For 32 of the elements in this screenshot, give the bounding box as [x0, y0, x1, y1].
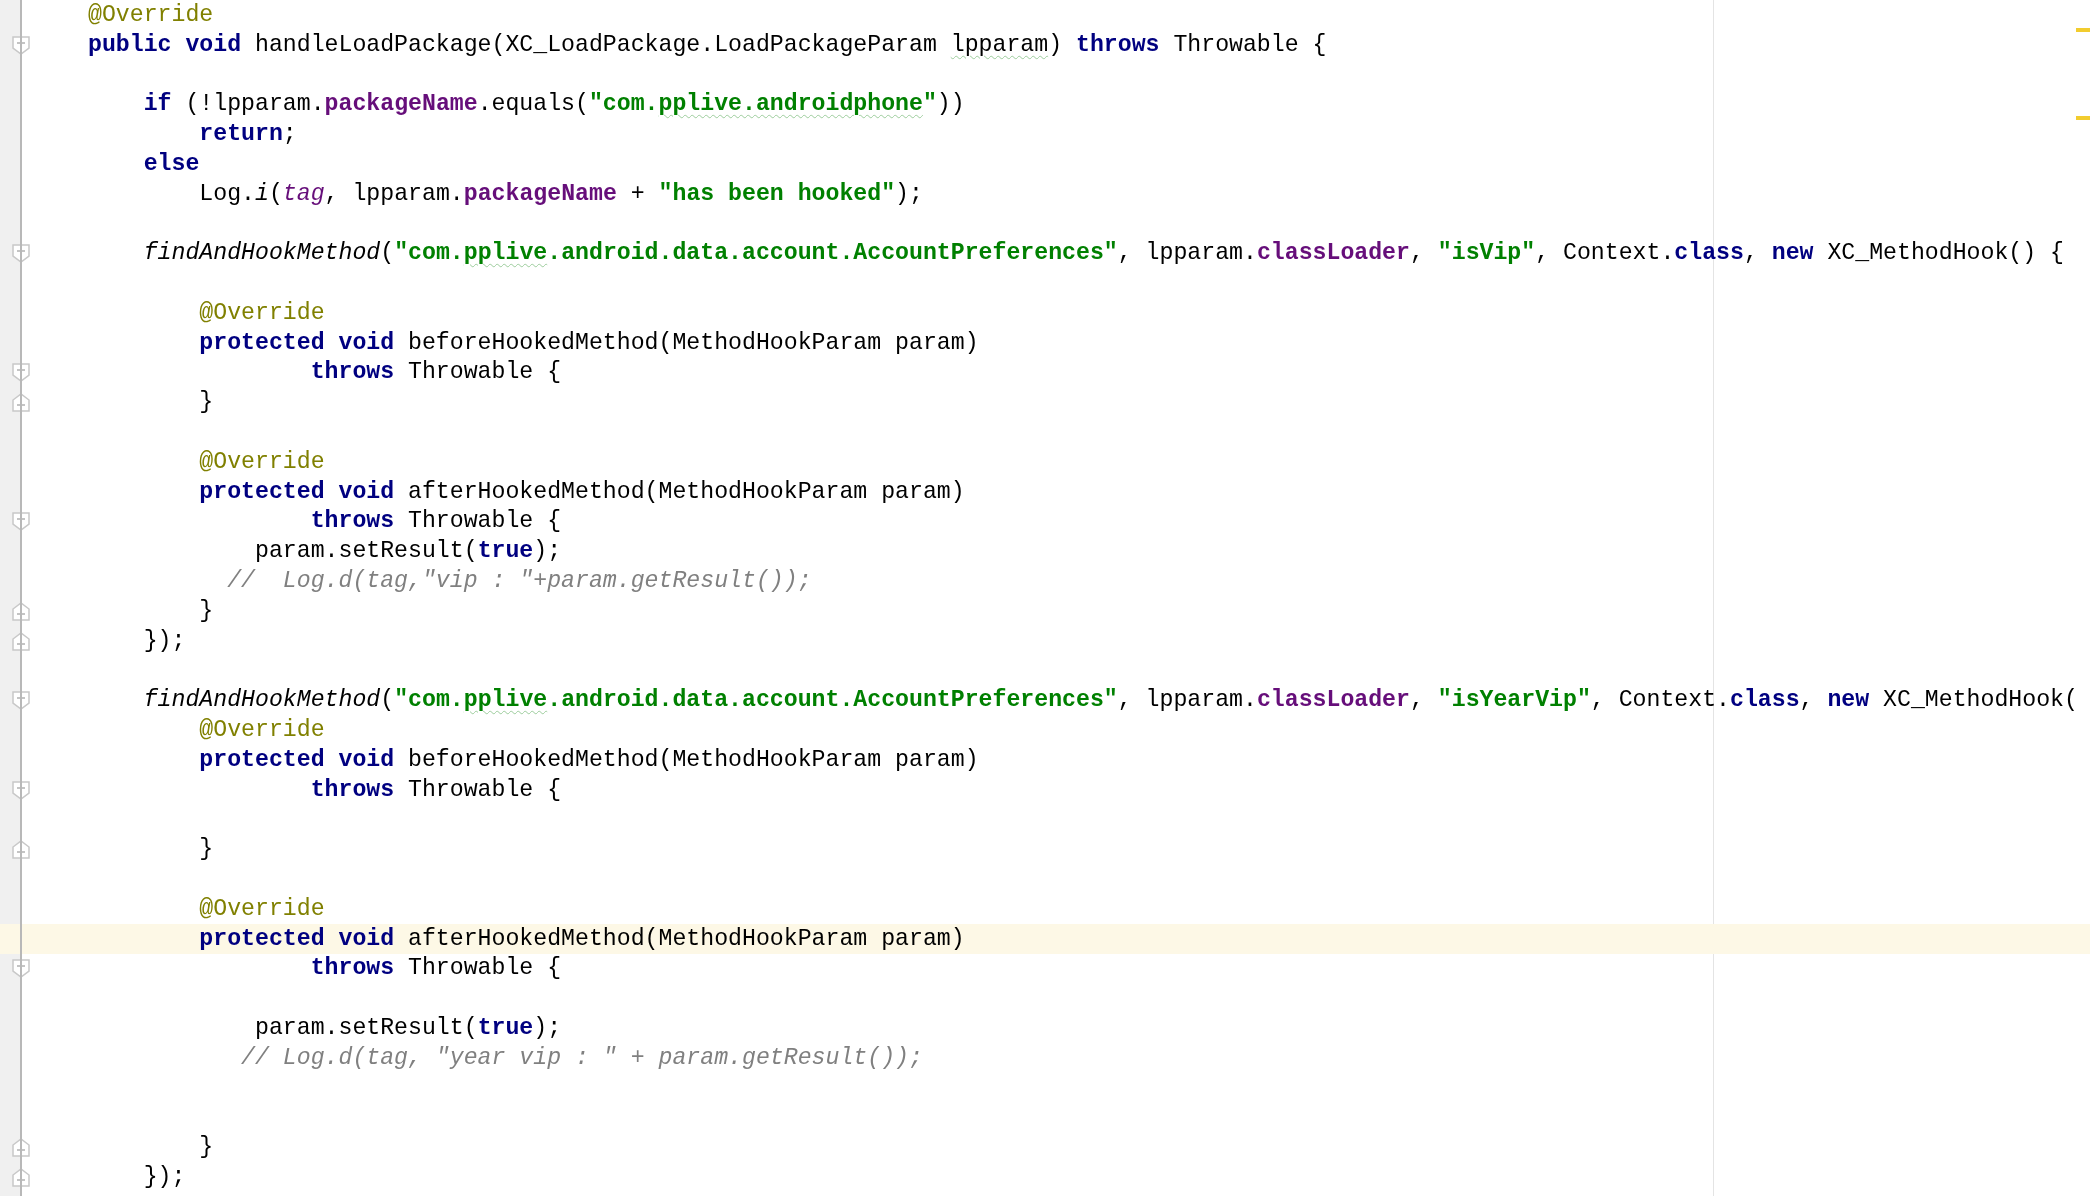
code-line: public void handleLoadPackage(XC_LoadPackage.LoadPackageParam lpparam) throws Throwable { [88, 30, 1327, 60]
code-line: protected void beforeHookedMethod(MethodHookParam param) [198, 745, 979, 775]
code-line: param.setResult(true); [253, 537, 562, 567]
code-line: } [198, 388, 214, 418]
code-line: return; [198, 120, 297, 150]
code-line: @Override [88, 0, 214, 30]
code-line: }); [142, 626, 186, 656]
code-line: else [142, 149, 200, 179]
code-line: @Override [198, 447, 325, 477]
warning-stripe-marker[interactable] [2076, 28, 2090, 32]
code-line: } [198, 1133, 214, 1163]
code-line: @Override [198, 298, 325, 328]
code-line: // Log.d(tag, "year vip : " + param.getResult()); [240, 1043, 923, 1073]
code-line: } [198, 596, 214, 626]
code-line: protected void afterHookedMethod(MethodHookParam param) [198, 477, 965, 507]
code-line: findAndHookMethod("com.pplive.android.data.account.AccountPreferences", lpparam.classLoader, "isVip", Context.class, new XC_MethodHook() { [142, 239, 2064, 269]
code-line: } [198, 835, 214, 865]
code-line: findAndHookMethod("com.pplive.android.data.account.AccountPreferences", lpparam.classLoader, "isYearVip", Context.class, new XC_MethodHook( [142, 686, 2078, 716]
code-line: if (!lpparam.packageName.equals("com.pplive.androidphone")) [142, 90, 965, 120]
code-line: throws Throwable { [309, 775, 562, 805]
code-line: param.setResult(true); [253, 1014, 562, 1043]
code-line: throws Throwable { [309, 954, 562, 984]
code-line: Log.i(tag, lpparam.packageName + "has been hooked"); [198, 179, 923, 209]
code-line: @Override [198, 716, 325, 746]
code-line: // Log.d(tag,"vip : "+param.getResult()); [226, 567, 812, 597]
code-line: protected void beforeHookedMethod(MethodHookParam param) [198, 328, 979, 358]
warning-stripe-marker[interactable] [2076, 116, 2090, 120]
code-line: protected void afterHookedMethod(MethodHookParam param) [198, 924, 965, 954]
code-line: throws Throwable { [309, 358, 562, 388]
code-line: @Override [198, 894, 325, 924]
code-line: }); [142, 1163, 186, 1192]
code-line: throws Throwable { [309, 507, 562, 537]
